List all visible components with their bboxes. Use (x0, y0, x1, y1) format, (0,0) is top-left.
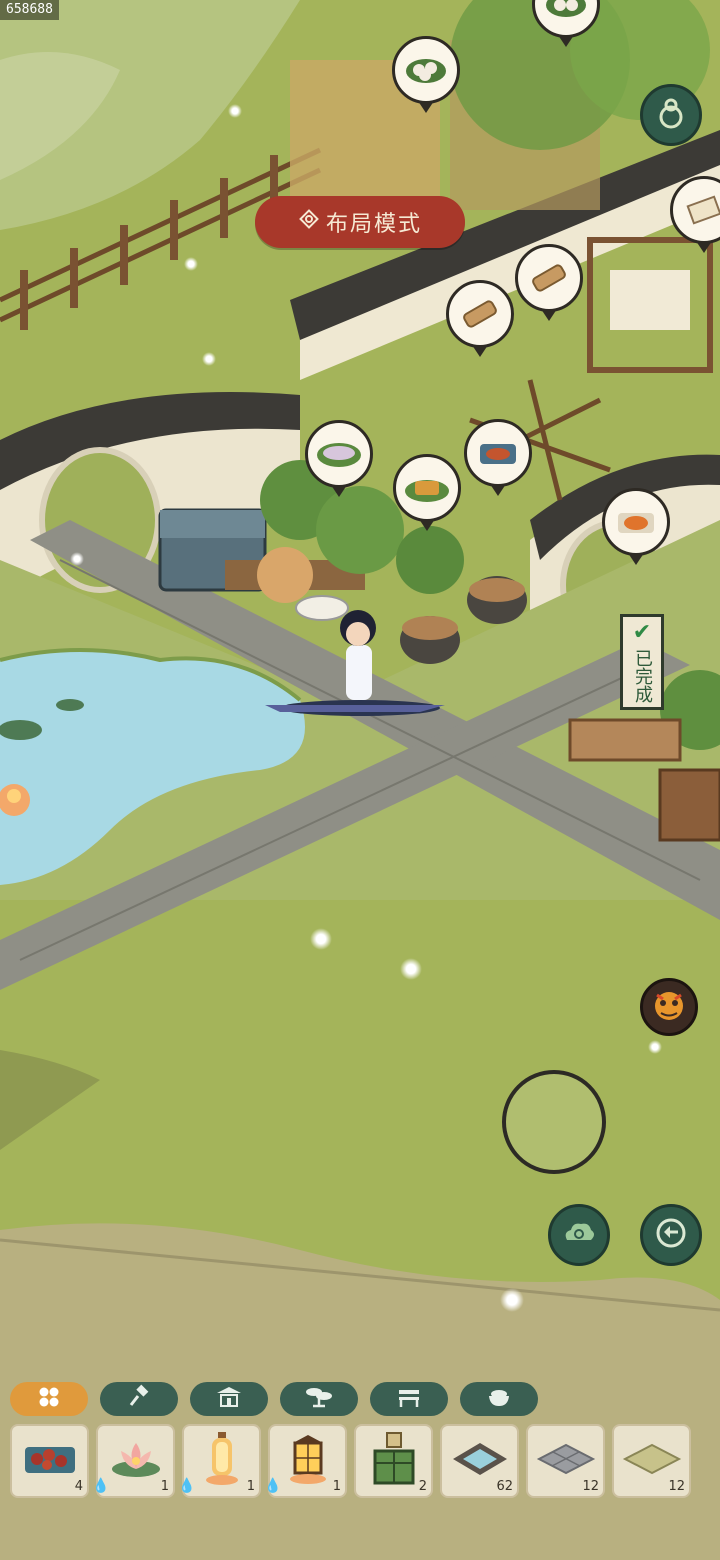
water-drop-icon: 💧 (178, 1478, 196, 1494)
slot-count: 1 (246, 1479, 255, 1494)
slot-count: 62 (496, 1479, 513, 1494)
snowflake (500, 1288, 524, 1312)
bonsai-tree-icon (304, 1384, 334, 1414)
pavilion-icon (214, 1384, 244, 1414)
completed-sign-label: 已完成 (632, 649, 653, 703)
green-crate-icon (369, 1431, 419, 1491)
tab-all[interactable] (10, 1382, 88, 1416)
inventory-slot-water-tile[interactable]: 62 (440, 1424, 519, 1498)
dish-plate-icon[interactable] (464, 419, 532, 496)
dumpling-leaf-icon[interactable] (392, 36, 460, 113)
slot-count: 12 (668, 1479, 685, 1494)
tab-plants[interactable] (280, 1382, 358, 1416)
inventory-slot-square-lantern[interactable]: 💧 1 (264, 1424, 347, 1498)
snowflake (202, 352, 216, 366)
bundle-icon[interactable] (446, 280, 514, 357)
snowflake (184, 257, 198, 271)
snowflake (648, 1040, 662, 1054)
water-drop-icon: 💧 (264, 1478, 282, 1494)
tofu-plate-icon[interactable] (393, 454, 461, 531)
stone-tile-icon (535, 1439, 597, 1483)
slot-count: 2 (418, 1479, 427, 1494)
snowflake (228, 104, 242, 118)
tab-tools[interactable] (100, 1382, 178, 1416)
return-button[interactable] (640, 1204, 702, 1266)
water-drop-icon: 💧 (92, 1478, 110, 1494)
movement-joystick[interactable] (502, 1070, 606, 1174)
build-id-label: 658688 (0, 0, 59, 20)
inventory-slot-lotus[interactable]: 💧 1 (92, 1424, 175, 1498)
hammer-icon (126, 1384, 152, 1414)
tab-food[interactable] (460, 1382, 538, 1416)
slot-count: 12 (582, 1479, 599, 1494)
tab-buildings[interactable] (190, 1382, 268, 1416)
slot-count: 1 (332, 1479, 341, 1494)
water-tile-icon (449, 1439, 511, 1483)
snowflake (70, 552, 84, 566)
return-arrow-icon (654, 1216, 688, 1254)
demon-mask-icon (649, 985, 689, 1029)
cloud-swirl-icon (561, 1218, 597, 1252)
inventory-slot-grass-tile[interactable]: 12 (612, 1424, 691, 1498)
bundle-icon[interactable] (515, 244, 583, 321)
slot-count: 1 (160, 1479, 169, 1494)
category-tabs (10, 1382, 538, 1418)
fish-leaf-icon[interactable] (305, 420, 373, 497)
layout-mode-button[interactable]: 布局模式 (255, 196, 465, 248)
gourd-icon (654, 96, 688, 134)
rice-bowl-icon (485, 1384, 513, 1414)
inventory-slot-paper-lantern[interactable]: 💧 1 (178, 1424, 261, 1498)
completed-sign: ✔ 已完成 (620, 614, 664, 710)
bench-icon (395, 1384, 423, 1414)
tab-furniture[interactable] (370, 1382, 448, 1416)
inventory-bar: 4 💧 1 💧 1 💧 1 2 62 12 12 (10, 1424, 691, 1498)
meat-platter-icon (21, 1437, 79, 1485)
grid-icon (36, 1384, 62, 1414)
cake-plate-icon[interactable] (602, 488, 670, 565)
gear-flower-icon (298, 208, 320, 236)
gourd-button[interactable] (640, 84, 702, 146)
snowflake (310, 928, 332, 950)
lotus-flower-icon (107, 1435, 165, 1487)
demon-mask-button[interactable] (640, 978, 698, 1036)
inventory-slot-green-crate[interactable]: 2 (354, 1424, 433, 1498)
inventory-slot-stone-tile[interactable]: 12 (526, 1424, 605, 1498)
inventory-slot-meat-platter[interactable]: 4 (10, 1424, 89, 1498)
square-lantern-icon (285, 1431, 331, 1491)
layout-mode-label: 布局模式 (325, 212, 422, 237)
cloud-swirl-button[interactable] (548, 1204, 610, 1266)
check-icon: ✔ (632, 620, 652, 645)
paper-lantern-icon (202, 1430, 242, 1492)
slot-count: 4 (74, 1479, 83, 1494)
snowflake (400, 958, 422, 980)
grass-tile-icon (621, 1439, 683, 1483)
